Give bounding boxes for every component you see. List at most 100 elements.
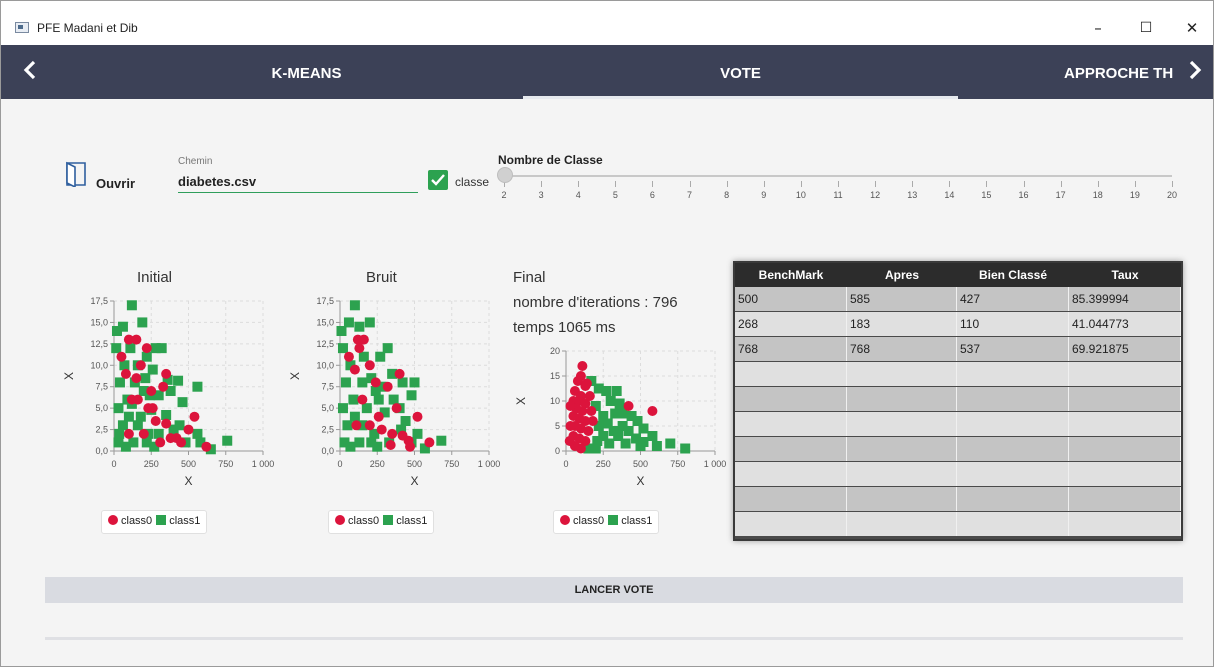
table-row[interactable]: 268 183 110 41.044773 xyxy=(735,312,1181,336)
tab-approche[interactable]: APPROCHE TH xyxy=(1064,65,1184,82)
data-point-class1 xyxy=(153,428,164,439)
data-point-class1 xyxy=(342,420,353,431)
data-point-class1 xyxy=(135,411,146,422)
x-tick-label: 1 000 xyxy=(704,459,727,469)
data-point-class1 xyxy=(680,443,691,454)
table-cell xyxy=(847,512,957,536)
x-tick-label: 1 000 xyxy=(252,459,275,469)
legend-class1-marker xyxy=(156,515,167,525)
class-count-slider[interactable] xyxy=(504,175,1172,177)
data-point-class1 xyxy=(177,397,188,408)
path-input[interactable] xyxy=(178,171,418,193)
table-row[interactable] xyxy=(735,512,1181,536)
slider-tick-label: 5 xyxy=(612,190,618,200)
data-point-class1 xyxy=(665,438,676,449)
y-axis-label: X xyxy=(514,397,528,405)
x-tick-label: 0 xyxy=(563,459,568,469)
column-header[interactable]: Bien Classé xyxy=(957,268,1069,282)
y-tick-label: 20 xyxy=(550,346,560,356)
nav-prev-icon[interactable] xyxy=(23,59,37,87)
table-row[interactable] xyxy=(735,362,1181,386)
data-point-class1 xyxy=(388,394,399,405)
data-point-class1 xyxy=(372,441,383,452)
legend-class1-label: class1 xyxy=(396,515,428,527)
data-point-class0 xyxy=(183,424,194,435)
slider-tick-label: 19 xyxy=(1129,190,1140,200)
y-tick-label: 15 xyxy=(550,371,560,381)
x-tick-label: 750 xyxy=(670,459,685,469)
launch-vote-button[interactable]: LANCER VOTE xyxy=(45,577,1183,603)
table-cell: 768 xyxy=(735,337,847,361)
tab-kmeans[interactable]: K-MEANS xyxy=(89,65,524,82)
table-cell xyxy=(957,462,1069,486)
column-header[interactable]: Taux xyxy=(1069,268,1181,282)
slider-tick-label: 12 xyxy=(870,190,881,200)
slider-tick-label: 6 xyxy=(649,190,655,200)
table-cell xyxy=(1069,487,1181,511)
table-cell: 585 xyxy=(847,287,957,311)
app-window: PFE Madani et Dib – ☐ ✕ K-MEANS VOTE APP… xyxy=(0,0,1214,667)
scatter-chart-bruit: 0 250 500 750 1 000 0,0 2,5 5,0 7,5 10,0 12,5 15,0 1… xyxy=(288,296,500,488)
data-point-class0 xyxy=(358,334,369,345)
title-bar: PFE Madani et Dib – ☐ ✕ xyxy=(1,1,1213,45)
data-point-class1 xyxy=(125,343,136,354)
table-row[interactable] xyxy=(735,412,1181,436)
table-row[interactable]: 768 768 537 69.921875 xyxy=(735,337,1181,361)
chart-title-initial: Initial xyxy=(137,269,173,286)
data-point-class0 xyxy=(357,394,368,405)
slider-tick-label: 14 xyxy=(944,190,955,200)
table-cell: 768 xyxy=(847,337,957,361)
table-cell: 268 xyxy=(735,312,847,336)
column-header[interactable]: BenchMark xyxy=(735,268,847,282)
chart-title-bruit: Bruit xyxy=(366,269,397,286)
data-point-class1 xyxy=(412,428,423,439)
open-button[interactable]: Ouvrir xyxy=(96,176,135,191)
table-cell xyxy=(735,437,847,461)
table-cell: 183 xyxy=(847,312,957,336)
data-point-class1 xyxy=(337,403,348,414)
x-tick-label: 500 xyxy=(633,459,648,469)
class-checkbox-label: classe xyxy=(455,175,490,189)
legend-initial: class0 class1 xyxy=(101,510,208,534)
table-row[interactable] xyxy=(735,487,1181,511)
data-point-class0 xyxy=(364,420,375,431)
slider-thumb[interactable] xyxy=(497,167,513,183)
close-button[interactable]: ✕ xyxy=(1169,13,1213,43)
table-row[interactable] xyxy=(735,462,1181,486)
data-point-class0 xyxy=(586,406,597,416)
table-cell xyxy=(957,512,1069,536)
y-tick-label: 12,5 xyxy=(90,339,108,349)
data-point-class0 xyxy=(382,381,393,392)
data-point-class1 xyxy=(601,386,612,396)
slider-tick-label: 16 xyxy=(1018,190,1029,200)
data-point-class0 xyxy=(565,421,576,431)
data-point-class0 xyxy=(412,411,423,422)
data-point-class1 xyxy=(173,375,184,386)
legend-class0-marker xyxy=(560,515,570,525)
data-point-class0 xyxy=(376,424,387,435)
table-cell xyxy=(1069,412,1181,436)
tab-vote[interactable]: VOTE xyxy=(523,65,958,82)
data-point-class1 xyxy=(343,317,354,328)
class-checkbox[interactable] xyxy=(428,170,448,190)
nav-next-icon[interactable] xyxy=(1188,59,1202,87)
table-cell xyxy=(1069,512,1181,536)
data-point-class0 xyxy=(565,401,576,411)
data-point-class1 xyxy=(375,351,386,362)
data-point-class1 xyxy=(604,438,615,449)
data-point-class1 xyxy=(406,390,417,401)
table-cell xyxy=(847,387,957,411)
table-row[interactable]: 500 585 427 85.399994 xyxy=(735,287,1181,311)
table-cell xyxy=(735,412,847,436)
legend-class0-marker xyxy=(108,515,118,525)
folder-open-icon[interactable] xyxy=(65,161,87,189)
data-point-class0 xyxy=(575,443,586,454)
data-point-class0 xyxy=(131,334,142,345)
y-tick-label: 5,0 xyxy=(321,403,334,413)
column-header[interactable]: Apres xyxy=(847,268,957,282)
maximize-button[interactable]: ☐ xyxy=(1123,13,1169,43)
minimize-button[interactable]: – xyxy=(1075,13,1121,43)
table-row[interactable] xyxy=(735,437,1181,461)
data-point-class1 xyxy=(620,438,631,449)
table-row[interactable] xyxy=(735,387,1181,411)
